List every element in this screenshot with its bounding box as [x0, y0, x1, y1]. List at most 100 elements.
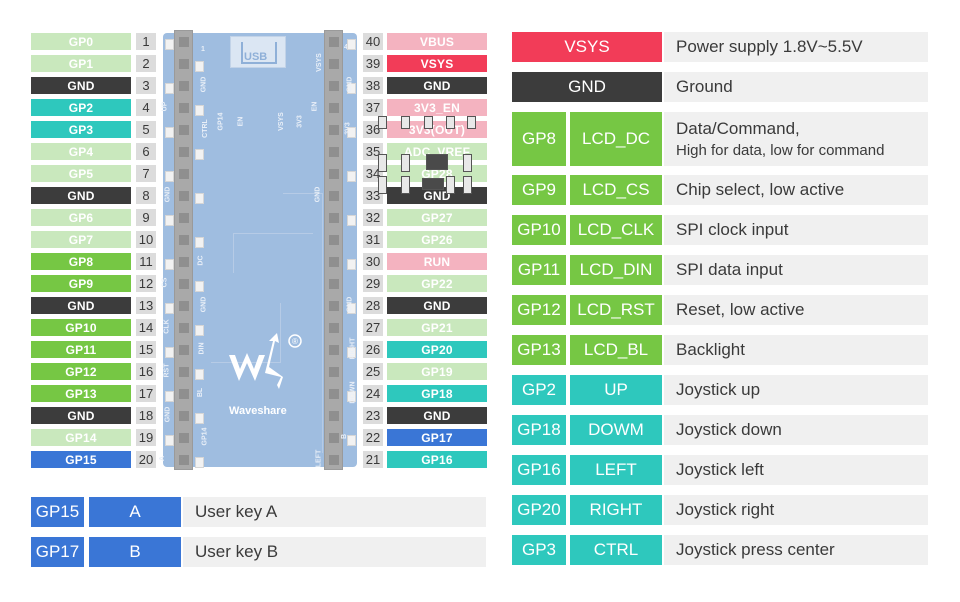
pin-label: GP26: [387, 231, 487, 248]
solder-pad: [165, 435, 174, 446]
pin-number: 2: [136, 55, 156, 72]
header-pin-slot: [179, 169, 189, 179]
description-cell: Chip select, low active: [664, 175, 928, 205]
silkscreen-text: GND: [346, 296, 354, 313]
pin-label: GND: [31, 407, 131, 424]
header-pin-slot: [329, 59, 339, 69]
silkscreen-text: VSYS: [315, 53, 323, 72]
pin-label: GP22: [387, 275, 487, 292]
header-pin-slot: [329, 367, 339, 377]
header-pin-slot: [329, 235, 339, 245]
pin-label: GP16: [387, 451, 487, 468]
description-cell: Joystick press center: [664, 535, 928, 565]
left-pin-header: [174, 30, 193, 470]
solder-pad: [195, 369, 204, 380]
pin-label: GP27: [387, 209, 487, 226]
pin-label: GP15: [31, 451, 131, 468]
description-text: User key A: [195, 502, 278, 521]
right-pin-header: [324, 30, 343, 470]
pin-number: 1: [136, 33, 156, 50]
pin-number: 25: [363, 363, 383, 380]
description-text: Joystick left: [676, 460, 764, 479]
silkscreen-text: GND: [164, 186, 172, 203]
header-pin-slot: [329, 433, 339, 443]
gpio-cell: GP9: [512, 175, 566, 205]
description-cell: User key B: [183, 537, 486, 567]
smd-component: [401, 116, 410, 129]
pin-number: 14: [136, 319, 156, 336]
pin-label: GP19: [387, 363, 487, 380]
description-text: SPI clock input: [676, 220, 789, 239]
silkscreen-text: VSYS: [277, 112, 285, 131]
silkscreen-text: GND: [200, 296, 208, 313]
description-cell: Reset, low active: [664, 295, 928, 325]
solder-pad: [195, 413, 204, 424]
pin-number: 17: [136, 385, 156, 402]
pin-number: 21: [363, 451, 383, 468]
solder-pad: [195, 457, 204, 468]
description-cell: Power supply 1.8V~5.5V: [664, 32, 928, 62]
pin-number: 18: [136, 407, 156, 424]
key-name-cell: A: [89, 497, 181, 527]
pin-label: GP20: [387, 341, 487, 358]
pin-number: 37: [363, 99, 383, 116]
pin-label: GP10: [31, 319, 131, 336]
header-pin-slot: [179, 367, 189, 377]
pin-number: 19: [136, 429, 156, 446]
solder-pad: [347, 171, 356, 182]
pin-label: GP13: [31, 385, 131, 402]
pin-label: GND: [31, 77, 131, 94]
header-pin-slot: [329, 301, 339, 311]
description-text: Power supply 1.8V~5.5V: [676, 37, 863, 56]
smd-component: [378, 154, 387, 172]
silkscreen-text: CTRL: [201, 119, 209, 138]
pin-label: GP14: [31, 429, 131, 446]
signal-cell: LCD_CS: [570, 175, 662, 205]
signal-cell: LCD_BL: [570, 335, 662, 365]
gpio-cell: GP17: [31, 537, 84, 567]
header-pin-slot: [179, 279, 189, 289]
header-pin-slot: [329, 191, 339, 201]
signal-cell: UP: [570, 375, 662, 405]
solder-pad: [195, 237, 204, 248]
header-pin-slot: [329, 103, 339, 113]
pin-number: 27: [363, 319, 383, 336]
solder-pad: [347, 39, 356, 50]
smd-component: [426, 154, 448, 170]
pin-number: 28: [363, 297, 383, 314]
description-cell: Joystick right: [664, 495, 928, 525]
description-cell: Joystick down: [664, 415, 928, 445]
smd-component: [378, 176, 387, 194]
silkscreen-text: EN: [311, 101, 319, 112]
pin-number: 15: [136, 341, 156, 358]
header-pin-slot: [179, 433, 189, 443]
pin-number: 40: [363, 33, 383, 50]
gpio-cell: GP16: [512, 455, 566, 485]
description-cell: Ground: [664, 72, 928, 102]
pin-label: GP12: [31, 363, 131, 380]
description-text: Joystick down: [676, 420, 782, 439]
pin-label: GP0: [31, 33, 131, 50]
pin1-marker: 1: [201, 46, 205, 53]
pin-number: 39: [363, 55, 383, 72]
pin-label: GP21: [387, 319, 487, 336]
pin-number: 26: [363, 341, 383, 358]
silkscreen-text: GP14: [201, 427, 209, 446]
silkscreen-text: GP14: [217, 112, 225, 131]
pin-number: 7: [136, 165, 156, 182]
header-pin-slot: [179, 125, 189, 135]
header-pin-slot: [179, 257, 189, 267]
header-pin-slot: [179, 213, 189, 223]
usb-label: USB: [244, 51, 268, 63]
header-pin-slot: [179, 235, 189, 245]
header-pin-slot: [329, 323, 339, 333]
header-pin-slot: [179, 191, 189, 201]
header-pin-slot: [329, 389, 339, 399]
description-text: User key B: [195, 542, 279, 561]
pin-label: GP6: [31, 209, 131, 226]
description-subtext: High for data, low for command: [676, 142, 885, 159]
pin-number: 22: [363, 429, 383, 446]
signal-cell: RIGHT: [570, 495, 662, 525]
pin-label: GP11: [31, 341, 131, 358]
header-pin-slot: [179, 301, 189, 311]
